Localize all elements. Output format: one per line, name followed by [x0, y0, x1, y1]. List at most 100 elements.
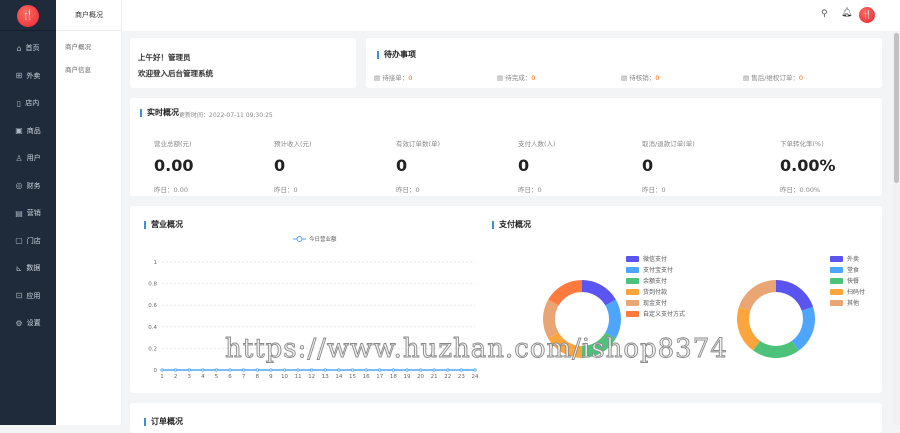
- x-tick-label: 20: [417, 374, 424, 380]
- x-tick-label: 3: [187, 374, 191, 380]
- legend-label: 余额支付: [643, 278, 668, 285]
- data-point[interactable]: [282, 368, 287, 372]
- legend-swatch: [830, 288, 843, 295]
- data-point[interactable]: [269, 368, 273, 372]
- data-point[interactable]: [296, 368, 300, 372]
- donut-slice[interactable]: [738, 280, 776, 311]
- donut-slice[interactable]: [543, 299, 559, 339]
- legend-label: 堂食: [847, 267, 860, 274]
- legend-label: 现金支付: [643, 300, 668, 307]
- legend-label[interactable]: 今日营业额: [309, 235, 337, 243]
- x-tick-label: 24: [472, 374, 479, 380]
- legend-swatch: [626, 299, 639, 306]
- x-tick-label: 15: [349, 374, 356, 380]
- legend-item[interactable]: 支付宝支付: [626, 264, 685, 275]
- x-tick-label: 17: [376, 374, 383, 380]
- legend-item[interactable]: 现金支付: [626, 297, 685, 308]
- legend-swatch: [830, 299, 843, 306]
- x-tick-label: 18: [390, 374, 397, 380]
- data-point[interactable]: [405, 368, 409, 372]
- data-point[interactable]: [201, 368, 205, 372]
- legend-swatch: [626, 288, 639, 295]
- data-point[interactable]: [242, 368, 246, 372]
- data-point[interactable]: [160, 368, 164, 372]
- x-tick-label: 6: [228, 374, 232, 380]
- legend-swatch: [830, 255, 843, 262]
- legend-item[interactable]: 货到付款: [626, 286, 685, 297]
- legend-label: 其他: [847, 300, 860, 307]
- data-point[interactable]: [255, 368, 259, 372]
- donut-slice[interactable]: [582, 280, 616, 306]
- x-tick-label: 16: [363, 374, 370, 380]
- data-point[interactable]: [391, 368, 395, 372]
- legend-marker-icon: [296, 236, 303, 242]
- x-tick-label: 8: [256, 374, 260, 380]
- order-type-legend: 外卖堂食快餐扫码付其他: [830, 253, 865, 308]
- data-point[interactable]: [323, 368, 327, 372]
- data-point[interactable]: [350, 368, 355, 372]
- data-point[interactable]: [174, 368, 178, 372]
- legend-item[interactable]: 外卖: [830, 253, 865, 264]
- legend-label: 货到付款: [643, 289, 668, 296]
- x-tick-label: 2: [174, 374, 178, 380]
- x-tick-label: 7: [242, 374, 246, 380]
- legend-label: 微信支付: [643, 256, 668, 263]
- data-point[interactable]: [228, 368, 232, 372]
- legend-swatch: [626, 310, 639, 317]
- data-point[interactable]: [432, 368, 436, 372]
- x-tick-label: 14: [335, 374, 342, 380]
- data-point[interactable]: [446, 368, 450, 372]
- data-point[interactable]: [310, 368, 314, 372]
- x-tick-label: 19: [403, 374, 410, 380]
- legend-item[interactable]: 其他: [830, 297, 865, 308]
- data-point[interactable]: [364, 368, 368, 372]
- donut-slice[interactable]: [791, 306, 815, 351]
- legend-swatch: [626, 266, 639, 273]
- y-tick-label: 0.2: [148, 346, 157, 352]
- legend-item[interactable]: 扫码付: [830, 286, 865, 297]
- charts-svg: 00.20.40.60.811 2 3 4 5 6 7 8 9 10 11 12 13 14 15 16 17 1…: [148, 235, 815, 380]
- legend-label: 自定义支付方式: [643, 311, 686, 318]
- legend-label: 扫码付: [847, 289, 866, 296]
- x-tick-label: 13: [322, 374, 329, 380]
- x-tick-label: 5: [215, 374, 219, 380]
- y-tick-label: 0.8: [148, 282, 157, 288]
- data-point[interactable]: [378, 368, 382, 372]
- donut-slice[interactable]: [776, 280, 814, 311]
- legend-swatch: [830, 277, 843, 284]
- legend-label: 外卖: [847, 256, 860, 263]
- legend-item[interactable]: 余额支付: [626, 275, 685, 286]
- data-point[interactable]: [187, 368, 191, 372]
- data-point[interactable]: [418, 368, 423, 372]
- data-point[interactable]: [337, 368, 341, 372]
- donut-slice[interactable]: [582, 332, 616, 359]
- donut-slice[interactable]: [753, 340, 799, 359]
- data-point[interactable]: [473, 368, 477, 372]
- legend-item[interactable]: 自定义支付方式: [626, 308, 685, 319]
- data-point[interactable]: [459, 368, 463, 372]
- x-tick-label: 12: [308, 374, 315, 380]
- legend-swatch: [830, 266, 843, 273]
- x-tick-label: 10: [281, 374, 288, 380]
- legend-swatch: [626, 277, 639, 284]
- x-tick-label: 21: [431, 374, 438, 380]
- donut-slice[interactable]: [548, 280, 582, 306]
- data-point[interactable]: [214, 368, 219, 372]
- donut-slice[interactable]: [736, 306, 761, 351]
- scrollbar-thumb[interactable]: [894, 33, 899, 183]
- x-tick-label: 11: [295, 374, 302, 380]
- donut-slice[interactable]: [605, 299, 621, 339]
- x-tick-label: 22: [444, 374, 451, 380]
- y-tick-label: 0.4: [148, 325, 157, 331]
- donut-slice[interactable]: [548, 332, 582, 359]
- legend-item[interactable]: 快餐: [830, 275, 865, 286]
- legend-item[interactable]: 微信支付: [626, 253, 685, 264]
- x-tick-label: 1: [160, 374, 164, 380]
- legend-item[interactable]: 堂食: [830, 264, 865, 275]
- x-tick-label: 4: [201, 374, 205, 380]
- y-tick-label: 1: [154, 260, 158, 266]
- payment-legend: 微信支付支付宝支付余额支付货到付款现金支付自定义支付方式: [626, 253, 685, 319]
- legend-label: 支付宝支付: [643, 267, 674, 274]
- legend-label: 快餐: [847, 278, 860, 285]
- legend-swatch: [626, 255, 639, 262]
